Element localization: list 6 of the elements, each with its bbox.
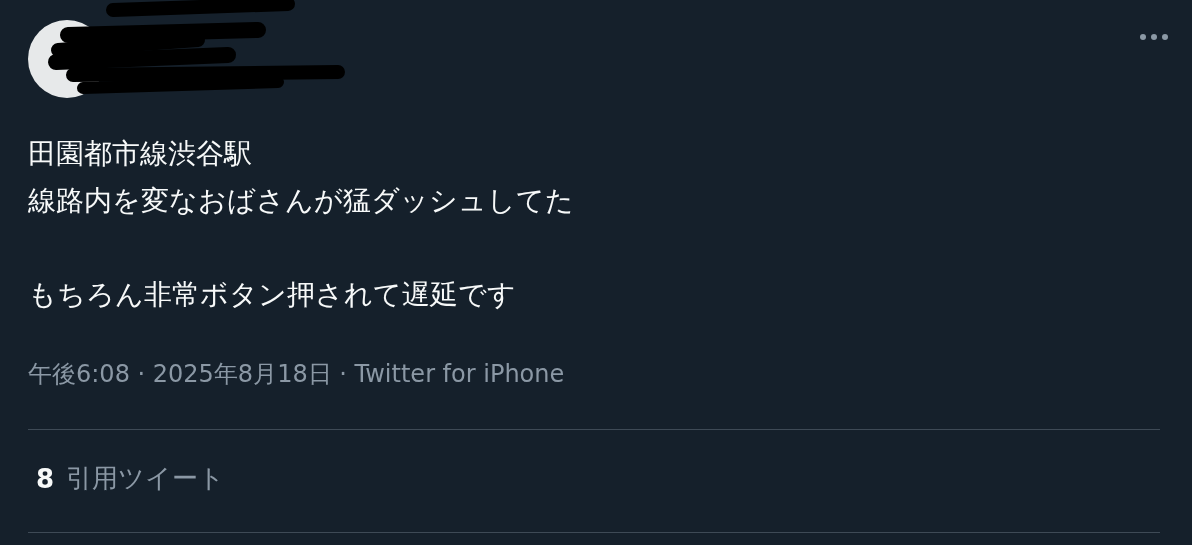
quote-label[interactable]: 引用ツイート (66, 461, 226, 496)
quote-count[interactable]: 8 (36, 463, 55, 494)
tweet-timestamp: 午後6:08 · 2025年8月18日 · Twitter for iPhone (28, 359, 565, 390)
tweet-text: 田園都市線渋谷駅 線路内を変なおばさんが猛ダッシュしてた (28, 136, 575, 219)
more-options-icon[interactable] (1138, 32, 1170, 42)
tweet-text: もちろん非常ボタン押されて遅延です (28, 277, 517, 313)
